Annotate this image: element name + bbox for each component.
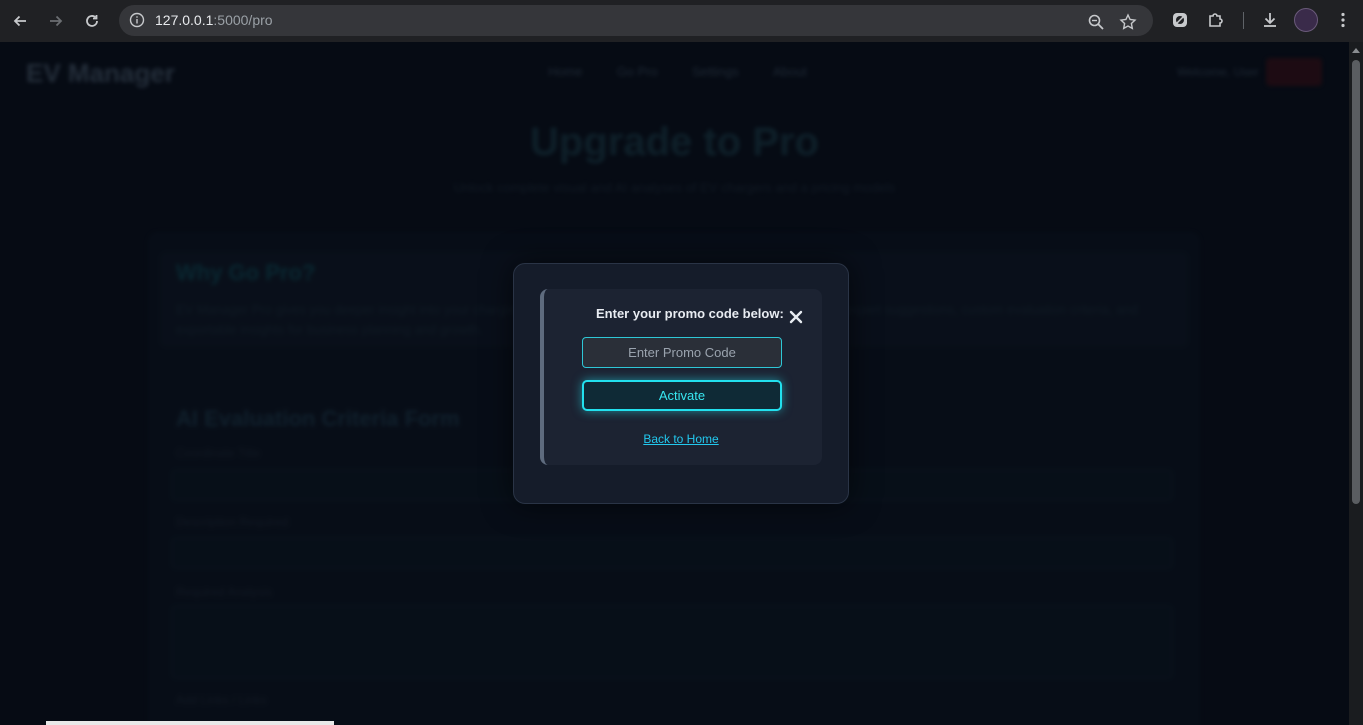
bottom-progress-bar — [46, 721, 334, 725]
puzzle-icon[interactable] — [1203, 7, 1229, 33]
form-label: Required Analysis — [176, 585, 273, 599]
page-subtitle: Unlock complete visual and AI analyses o… — [453, 180, 896, 195]
form-title: AI Evaluation Criteria Form — [176, 406, 460, 431]
nav-item-settings: Settings — [691, 64, 739, 79]
arrow-left-icon — [13, 15, 26, 27]
close-icon — [789, 310, 803, 324]
close-button[interactable] — [787, 308, 805, 326]
form-label: Coordinate Title — [176, 446, 261, 460]
zoom-icon[interactable] — [1083, 9, 1109, 35]
form-textarea — [172, 606, 1172, 678]
nav-item-home: Home — [548, 64, 583, 79]
why-pro-title: Why Go Pro? — [176, 260, 316, 285]
welcome-text: Welcome, User — [1177, 65, 1259, 79]
browser-toolbar: 127.0.0.1:5000/pro — [0, 0, 1363, 42]
reload-icon — [86, 15, 98, 27]
address-bar[interactable]: 127.0.0.1:5000/pro — [119, 5, 1153, 36]
toolbar-separator — [1243, 12, 1244, 29]
bookmark-star-icon[interactable] — [1115, 9, 1141, 35]
top-nav: Home Go Pro Settings About — [548, 64, 807, 79]
url-text[interactable]: 127.0.0.1:5000/pro — [155, 12, 273, 28]
forward-button[interactable] — [38, 3, 74, 39]
site-info-icon[interactable] — [125, 8, 149, 32]
extension-icon[interactable] — [1167, 7, 1193, 33]
nav-item-about: About — [772, 64, 807, 79]
form-label: Add Links / Links — [176, 693, 267, 707]
activate-button[interactable]: Activate — [582, 380, 782, 411]
back-to-home-link[interactable]: Back to Home — [643, 432, 718, 446]
url-host: 127.0.0.1 — [155, 12, 214, 28]
page-title: Upgrade to Pro — [530, 120, 819, 164]
promo-code-input[interactable] — [582, 337, 782, 368]
form-label: Description Required — [176, 515, 289, 529]
logout-button — [1266, 58, 1322, 86]
promo-message: Enter your promo code below: — [596, 306, 784, 321]
url-path: :5000/pro — [213, 12, 273, 28]
form-input — [172, 538, 1172, 568]
reload-button[interactable] — [74, 3, 110, 39]
back-button[interactable] — [2, 3, 38, 39]
scroll-up-arrow-icon[interactable] — [1352, 48, 1360, 53]
download-icon[interactable] — [1257, 7, 1283, 33]
more-menu-icon[interactable] — [1330, 7, 1356, 33]
back-to-home-wrapper: Back to Home — [0, 432, 1363, 446]
nav-item-go-pro: Go Pro — [616, 64, 658, 79]
profile-avatar[interactable] — [1294, 8, 1318, 32]
brand-logo: EV Manager — [26, 58, 175, 88]
arrow-right-icon — [50, 15, 63, 27]
